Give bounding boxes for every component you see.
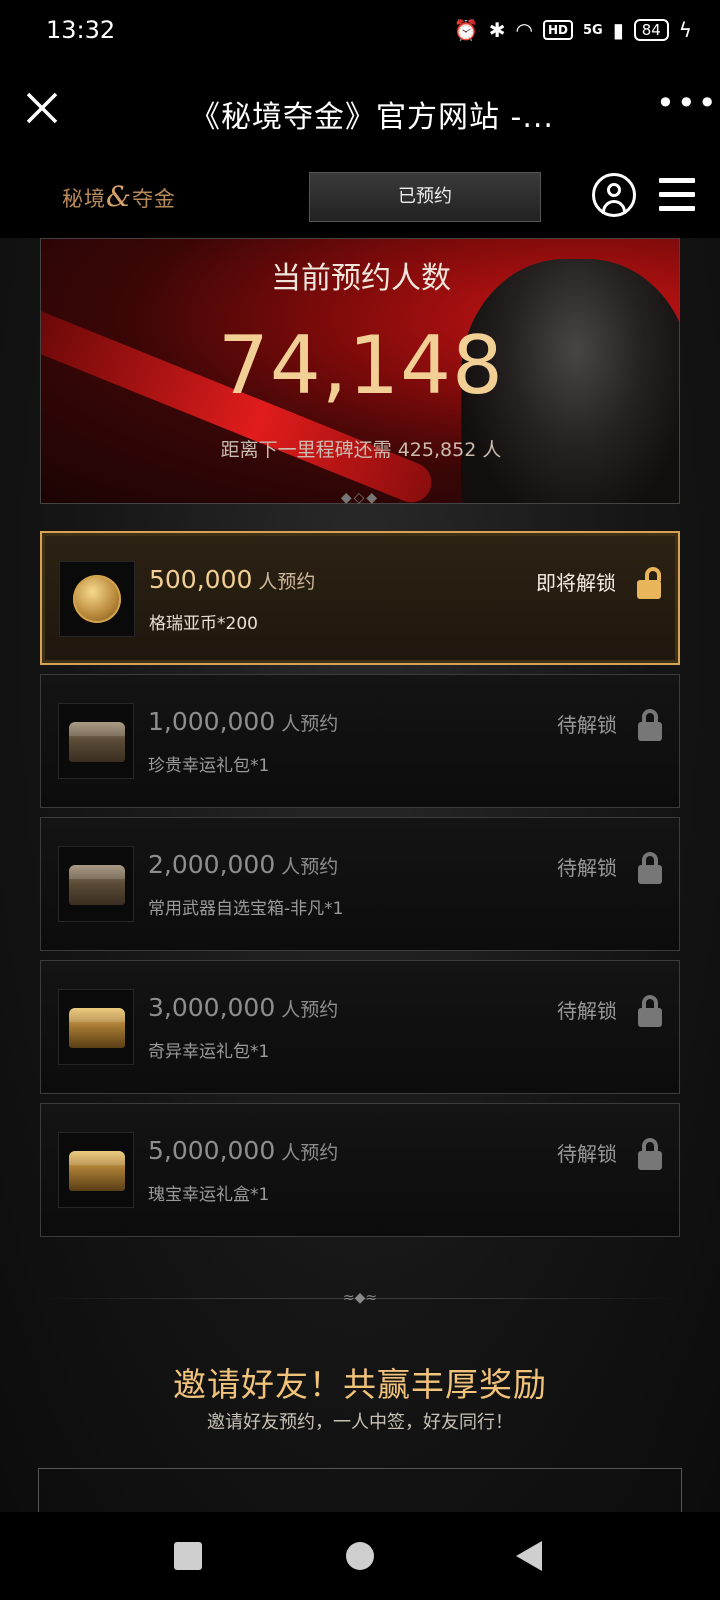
main-content: 当前预约人数 74,148 距离下一里程碑还需 425,852 人 ◆◇◆ 50… (0, 238, 720, 1512)
page-title: 《秘境夺金》官方网站 -... (190, 100, 554, 135)
hamburger-menu-icon[interactable] (659, 178, 695, 212)
milestone-status: 即将解锁 (536, 571, 616, 595)
milestone-status: 待解锁 (557, 713, 617, 737)
back-icon[interactable] (516, 1541, 542, 1571)
reward-thumbnail (59, 561, 135, 637)
site-header: 秘境&夺金 已预约 (0, 156, 720, 238)
milestone-target: 2,000,000 人预约 (148, 850, 338, 879)
milestone-card: 500,000 人预约格瑞亚币*200 即将解锁 (40, 531, 680, 665)
milestone-target: 1,000,000 人预约 (148, 707, 338, 736)
recent-apps-icon[interactable] (174, 1542, 202, 1570)
alarm-icon: ⏰ (453, 18, 479, 42)
system-nav-bar (0, 1512, 720, 1600)
bluetooth-icon: ✱ (488, 18, 506, 42)
treasure-chest-icon (69, 722, 125, 762)
ornament-divider: ◆◇◆ (340, 490, 380, 506)
gold-chest-icon (69, 1151, 125, 1191)
reserved-button[interactable]: 已预约 (309, 172, 541, 222)
user-account-icon[interactable] (592, 173, 636, 217)
game-logo[interactable]: 秘境&夺金 (62, 180, 176, 213)
milestone-target-unit: 人预约 (281, 856, 339, 878)
signal-icon: ▮ (612, 18, 624, 42)
status-bar: 13:32 ⏰ ✱ ◠ HD 5G ▮ 84 ϟ (0, 0, 720, 64)
lock-icon (638, 709, 662, 741)
gold-chest-icon (69, 1008, 125, 1048)
reservation-count: 74,148 (218, 319, 504, 412)
browser-title-bar: 《秘境夺金》官方网站 -... ••• (0, 64, 720, 156)
milestone-target-unit: 人预约 (281, 1142, 339, 1164)
milestone-target-number: 3,000,000 (148, 993, 276, 1022)
wifi-icon: ◠ (515, 18, 533, 42)
milestone-target: 3,000,000 人预约 (148, 993, 338, 1022)
milestone-reward: 格瑞亚币*200 (149, 614, 258, 634)
charging-icon: ϟ (678, 18, 692, 42)
lock-icon (638, 995, 662, 1027)
invite-subtitle: 邀请好友预约，一人中签，好友同行！ (207, 1412, 513, 1433)
reservation-count-label: 当前预约人数 (271, 261, 451, 296)
home-icon[interactable] (346, 1542, 374, 1570)
lock-icon (638, 852, 662, 884)
milestone-card: 3,000,000 人预约奇异幸运礼包*1 待解锁 (40, 960, 680, 1094)
reward-thumbnail (58, 1132, 134, 1208)
reward-thumbnail (58, 703, 134, 779)
milestone-reward: 瑰宝幸运礼盒*1 (148, 1185, 270, 1205)
milestone-target-number: 500,000 (149, 565, 253, 594)
milestone-remaining-text: 距离下一里程碑还需 425,852 人 (220, 439, 502, 461)
milestone-status: 待解锁 (557, 856, 617, 880)
milestone-reward: 常用武器自选宝箱-非凡*1 (148, 899, 344, 919)
milestone-card: 2,000,000 人预约常用武器自选宝箱-非凡*1 待解锁 (40, 817, 680, 951)
milestone-target: 5,000,000 人预约 (148, 1136, 338, 1165)
milestone-target-unit: 人预约 (281, 713, 339, 735)
reward-thumbnail (58, 989, 134, 1065)
close-icon[interactable] (22, 88, 62, 128)
network-type-label: 5G (582, 22, 603, 38)
milestone-target-unit: 人预约 (258, 571, 316, 593)
battery-indicator: 84 (633, 19, 669, 41)
ornament-divider: ≈◆≈ (342, 1290, 378, 1306)
reservation-banner: 当前预约人数 74,148 距离下一里程碑还需 425,852 人 (40, 238, 680, 504)
milestone-target-unit: 人预约 (281, 999, 339, 1021)
status-time: 13:32 (46, 16, 116, 44)
hd-icon: HD (542, 20, 573, 40)
milestone-reward: 奇异幸运礼包*1 (148, 1042, 270, 1062)
milestone-card: 1,000,000 人预约珍贵幸运礼包*1 待解锁 (40, 674, 680, 808)
reward-thumbnail (58, 846, 134, 922)
milestone-status: 待解锁 (557, 999, 617, 1023)
status-icons: ⏰ ✱ ◠ HD 5G ▮ 84 ϟ (454, 18, 692, 42)
milestone-target-number: 2,000,000 (148, 850, 276, 879)
milestone-target: 500,000 人预约 (149, 565, 315, 594)
invite-panel (38, 1468, 682, 1512)
unlock-icon (637, 567, 661, 599)
milestone-target-number: 1,000,000 (148, 707, 276, 736)
lock-icon (638, 1138, 662, 1170)
more-options-icon[interactable]: ••• (656, 84, 719, 122)
invite-title: 邀请好友！共赢丰厚奖励 (173, 1365, 547, 1404)
milestone-reward: 珍贵幸运礼包*1 (148, 756, 270, 776)
milestone-status: 待解锁 (557, 1142, 617, 1166)
milestone-card: 5,000,000 人预约瑰宝幸运礼盒*1 待解锁 (40, 1103, 680, 1237)
coin-icon (73, 575, 121, 623)
milestone-target-number: 5,000,000 (148, 1136, 276, 1165)
weapon-chest-icon (69, 865, 125, 905)
